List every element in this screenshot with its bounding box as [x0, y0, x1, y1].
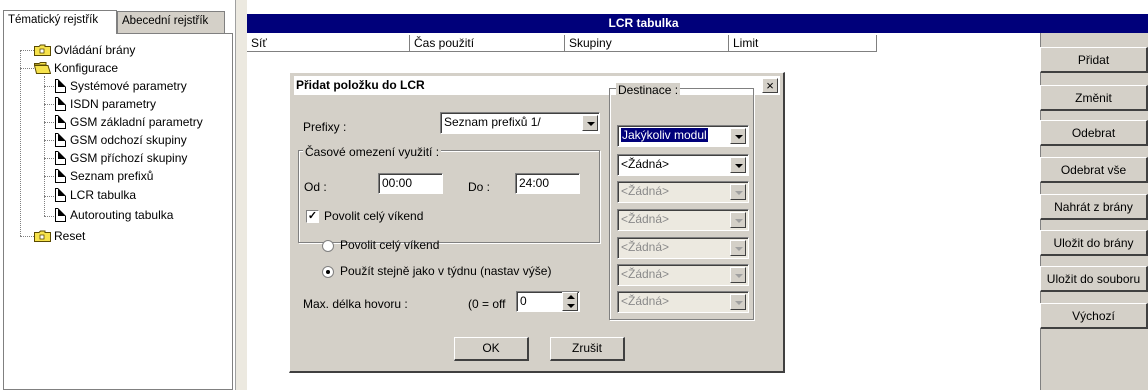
column-header-groups[interactable]: Skupiny	[565, 35, 729, 52]
chevron-down-icon[interactable]	[730, 128, 746, 144]
destination-legend: Destinace :	[616, 83, 681, 97]
tree-item-gsm-outgoing[interactable]: GSM odchozí skupiny	[70, 132, 187, 149]
document-icon	[55, 79, 66, 93]
weekend-checkbox[interactable]: ✓	[306, 210, 319, 223]
document-icon	[55, 208, 66, 222]
remove-all-button[interactable]: Odebrat vše	[1040, 157, 1148, 183]
prefix-select[interactable]: Seznam prefixů 1/	[440, 112, 600, 134]
chevron-down-icon[interactable]	[582, 115, 598, 131]
weekend-checkbox-label: Povolit celý víkend	[324, 209, 424, 223]
tree-item-configuration[interactable]: Konfigurace	[54, 60, 118, 77]
chevron-down-icon	[730, 267, 746, 283]
document-icon	[55, 188, 66, 202]
spinner-icon[interactable]	[562, 292, 578, 311]
prefix-select-value: Seznam prefixů 1/	[440, 112, 600, 134]
splitter-scrollbar[interactable]	[235, 0, 247, 390]
change-button[interactable]: Změnit	[1040, 85, 1148, 111]
destination-select-6: <Žádná>	[617, 264, 749, 286]
tree-item-autorouting[interactable]: Autorouting tabulka	[70, 207, 173, 224]
max-length-hint: (0 = off	[468, 297, 506, 311]
tab-alphabetic-index[interactable]: Abecední rejstřík	[117, 11, 225, 33]
cancel-button[interactable]: Zrušit	[550, 337, 625, 361]
column-header-network[interactable]: Síť	[247, 35, 410, 52]
remove-button[interactable]: Odebrat	[1040, 120, 1148, 146]
to-time-input[interactable]: 24:00	[515, 173, 580, 194]
tree-item-isdn-params[interactable]: ISDN parametry	[70, 96, 156, 113]
weekend-radio[interactable]	[322, 240, 334, 252]
lcr-table-title: LCR tabulka	[247, 14, 1040, 33]
default-button[interactable]: Výchozí	[1040, 303, 1148, 329]
add-button[interactable]: Přidat	[1040, 47, 1148, 73]
prefix-label: Prefixy :	[303, 120, 347, 134]
tree-line	[20, 68, 34, 69]
document-icon	[55, 151, 66, 165]
destination-select-7: <Žádná>	[617, 291, 749, 313]
from-time-input[interactable]: 00:00	[378, 173, 443, 194]
tree-line	[20, 50, 21, 236]
tree-item-prefix-list[interactable]: Seznam prefixů	[70, 168, 153, 185]
time-limit-group	[298, 150, 600, 243]
tree-item-gsm-basic[interactable]: GSM základní parametry	[70, 114, 203, 131]
chevron-down-icon	[730, 294, 746, 310]
save-to-file-button[interactable]: Uložit do souboru	[1040, 266, 1148, 292]
tree-item-lcr-table[interactable]: LCR tabulka	[70, 187, 136, 204]
destination-select-2[interactable]: <Žádná>	[617, 154, 749, 176]
tree-item-system-params[interactable]: Systémové parametry	[70, 78, 187, 95]
load-from-gate-button[interactable]: Nahrát z brány	[1040, 194, 1148, 220]
save-to-gate-button[interactable]: Uložit do brány	[1040, 230, 1148, 256]
tree-line	[20, 50, 34, 51]
tree-line	[20, 236, 34, 237]
column-header-limit[interactable]: Limit	[729, 35, 877, 52]
destination-select-4: <Žádná>	[617, 209, 749, 231]
document-icon	[55, 169, 66, 183]
column-header-usage-time[interactable]: Čas použití	[410, 35, 565, 52]
chevron-down-icon	[730, 212, 746, 228]
chevron-down-icon	[730, 184, 746, 200]
same-as-week-radio-label: Použít stejně jako v týdnu (nastav výše)	[340, 264, 552, 278]
folder-open-icon	[34, 62, 51, 74]
document-icon	[55, 115, 66, 129]
from-label: Od :	[304, 180, 327, 194]
chevron-down-icon[interactable]	[730, 157, 746, 173]
destination-select-3: <Žádná>	[617, 181, 749, 203]
tree-item-reset[interactable]: Reset	[54, 228, 85, 245]
document-icon	[55, 133, 66, 147]
tree-item-gate-control[interactable]: Ovládání brány	[54, 42, 135, 59]
tree-line	[44, 76, 45, 216]
folder-icon	[34, 230, 51, 242]
same-as-week-radio[interactable]	[322, 266, 334, 278]
title-bar-extension	[1040, 14, 1148, 33]
destination-select-1[interactable]: Jakýkoliv modul	[617, 125, 749, 147]
folder-icon	[34, 44, 51, 56]
document-icon	[55, 97, 66, 111]
max-length-label: Max. délka hovoru :	[303, 297, 408, 311]
tab-thematic-index[interactable]: Tématický rejstřík	[3, 10, 117, 34]
tree-item-gsm-incoming[interactable]: GSM příchozí skupiny	[70, 150, 187, 167]
to-label: Do :	[468, 180, 491, 194]
ok-button[interactable]: OK	[454, 337, 529, 361]
weekend-radio-label: Povolit celý víkend	[340, 238, 440, 252]
time-limit-legend: Časové omezení využití :	[303, 145, 442, 159]
close-icon[interactable]: ×	[762, 78, 778, 93]
chevron-down-icon	[730, 240, 746, 256]
destination-select-5: <Žádná>	[617, 237, 749, 259]
